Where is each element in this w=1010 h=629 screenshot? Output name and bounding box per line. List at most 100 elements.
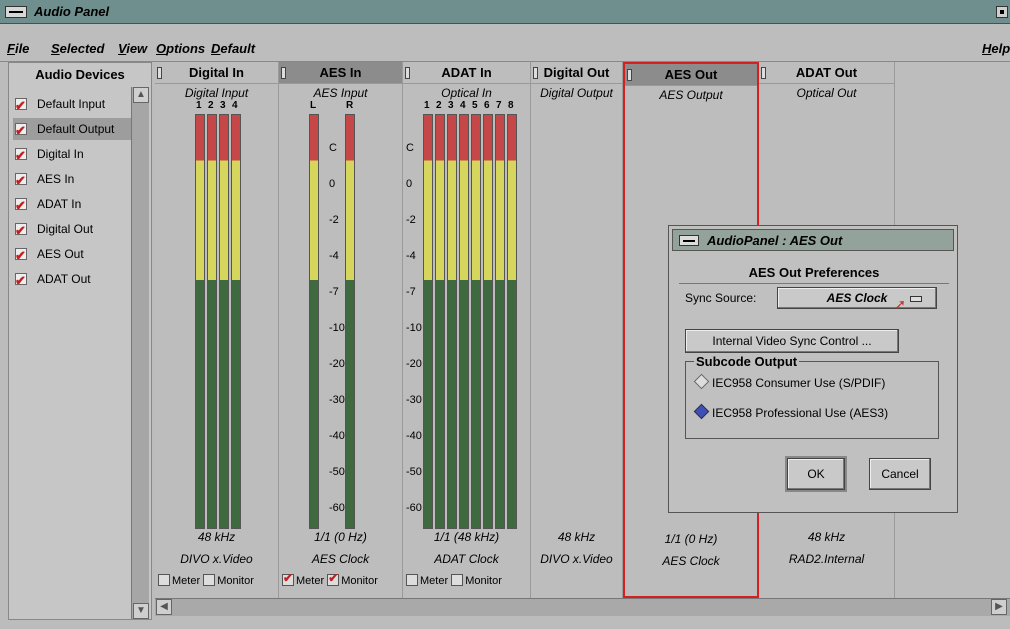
cursor-arrow-icon: ➚ — [894, 296, 906, 312]
device-item[interactable]: ADAT In — [13, 193, 131, 217]
channel-header[interactable]: ADAT In — [403, 62, 530, 84]
scroll-up-icon[interactable]: ▲ — [133, 87, 149, 103]
minimize-button[interactable] — [996, 6, 1008, 18]
checkbox-icon[interactable] — [15, 220, 27, 242]
audio-devices-title: Audio Devices — [35, 67, 125, 82]
channel-number: 3 — [448, 100, 454, 111]
monitor-checkbox[interactable] — [451, 574, 464, 586]
channel-toggle-icon[interactable] — [157, 67, 162, 79]
dialog-body: AES Out Preferences Sync Source: AES Clo… — [679, 261, 949, 506]
level-meter — [309, 114, 319, 529]
channel-frequency: 1/1 (48 kHz) — [433, 530, 500, 544]
channel-subtitle: AES Output — [659, 88, 723, 102]
channel-column: ADAT In Optical In 1/1 (48 kHz) ADAT Clock 1… — [403, 62, 531, 598]
menu-help[interactable]: Help — [982, 41, 1010, 56]
channel-clock: AES Clock — [311, 552, 370, 566]
menu-file[interactable]: File — [7, 41, 29, 56]
meter-checkbox[interactable] — [282, 571, 294, 586]
internal-video-sync-button[interactable]: Internal Video Sync Control ... — [685, 329, 899, 353]
scroll-left-icon[interactable]: ◀ — [156, 599, 172, 615]
checkbox-icon[interactable] — [15, 95, 27, 117]
channel-toggle-icon[interactable] — [627, 69, 632, 81]
channel-number: R — [346, 100, 354, 111]
meter-scale-label: -7 — [329, 286, 339, 298]
menu-default[interactable]: Default — [211, 41, 255, 56]
monitor-checkbox[interactable] — [327, 571, 340, 586]
horizontal-scrollbar[interactable]: ◀ ▶ — [155, 598, 1010, 616]
channel-subtitle: Optical Out — [796, 86, 857, 100]
devices-scrollbar[interactable]: ▲ ▼ — [131, 87, 149, 619]
radio-consumer[interactable]: IEC958 Consumer Use (S/PDIF) — [693, 373, 885, 390]
channel-name: Digital In — [189, 65, 244, 80]
device-label: Digital In — [37, 147, 84, 161]
device-label: Digital Out — [37, 222, 94, 236]
dialog-menu-button[interactable] — [679, 235, 699, 246]
radio-professional[interactable]: IEC958 Professional Use (AES3) — [693, 403, 888, 420]
device-item[interactable]: AES Out — [13, 243, 131, 267]
meter-monitor-controls: Meter Monitor — [403, 574, 530, 596]
channel-header[interactable]: AES In — [279, 62, 402, 84]
meter-scale-label: -20 — [329, 358, 345, 370]
radio-off-icon — [693, 373, 710, 390]
channel-toggle-icon[interactable] — [533, 67, 538, 79]
window-menu-button[interactable] — [5, 6, 27, 18]
level-meter — [483, 114, 493, 529]
device-label: ADAT In — [37, 197, 82, 211]
channel-frequency: 48 kHz — [197, 530, 236, 544]
device-item[interactable]: Default Output — [13, 118, 131, 142]
channel-header[interactable]: ADAT Out — [759, 62, 894, 84]
menu-selected[interactable]: Selected — [51, 41, 104, 56]
channel-number: 4 — [460, 100, 466, 111]
level-meter — [471, 114, 481, 529]
device-item[interactable]: Digital Out — [13, 218, 131, 242]
meter-checkbox[interactable] — [406, 574, 418, 586]
level-meter — [495, 114, 505, 529]
channel-toggle-icon[interactable] — [761, 67, 766, 79]
channel-clock: DIVO x.Video — [540, 552, 613, 566]
scroll-down-icon[interactable]: ▼ — [133, 603, 149, 619]
channel-frequency: 1/1 (0 Hz) — [314, 530, 367, 544]
channel-clock: DIVO x.Video — [180, 552, 253, 566]
channel-header[interactable]: Digital Out — [531, 62, 622, 84]
device-item[interactable]: Default Input — [13, 93, 131, 117]
checkbox-icon[interactable] — [15, 120, 27, 142]
checkbox-icon[interactable] — [15, 245, 27, 267]
menu-options[interactable]: Options — [156, 41, 205, 56]
checkbox-icon[interactable] — [15, 170, 27, 192]
level-meter — [219, 114, 229, 529]
device-item[interactable]: AES In — [13, 168, 131, 192]
sync-source-dropdown[interactable]: AES Clock ➚ — [777, 287, 937, 312]
channel-column: Digital Out Digital Output 48 kHz DIVO x.Vi… — [531, 62, 623, 598]
channel-header[interactable]: AES Out — [625, 64, 757, 86]
ok-button[interactable]: OK — [787, 458, 845, 490]
channel-number: 3 — [220, 100, 226, 111]
meter-scale-label: -20 — [406, 358, 422, 370]
channel-number: 2 — [208, 100, 214, 111]
checkbox-icon[interactable] — [15, 145, 27, 167]
scroll-right-icon[interactable]: ▶ — [991, 599, 1007, 615]
device-item[interactable]: ADAT Out — [13, 268, 131, 292]
device-item[interactable]: Digital In — [13, 143, 131, 167]
device-label: Default Output — [37, 122, 115, 136]
meter-label: Meter — [296, 575, 328, 587]
level-meter — [459, 114, 469, 529]
checkbox-icon[interactable] — [15, 195, 27, 217]
device-label: AES In — [37, 172, 75, 186]
channel-toggle-icon[interactable] — [281, 67, 286, 79]
channel-subtitle: Digital Output — [540, 86, 613, 100]
cancel-button[interactable]: Cancel — [869, 458, 931, 490]
channel-toggle-icon[interactable] — [405, 67, 410, 79]
channel-header[interactable]: Digital In — [155, 62, 278, 84]
meter-scale-label: -50 — [329, 466, 345, 478]
meter-checkbox[interactable] — [158, 574, 170, 586]
subcode-output-title: Subcode Output — [694, 354, 800, 369]
monitor-checkbox[interactable] — [203, 574, 216, 586]
checkbox-icon[interactable] — [15, 270, 27, 292]
meter-scale-label: -60 — [406, 502, 422, 514]
meter-label: Meter — [420, 575, 452, 587]
window-title: Audio Panel — [34, 4, 110, 19]
meter-label: Meter — [172, 575, 204, 587]
menu-view[interactable]: View — [118, 41, 147, 56]
meter-scale-label: -4 — [406, 250, 416, 262]
meter-monitor-controls: Meter Monitor — [279, 571, 402, 596]
